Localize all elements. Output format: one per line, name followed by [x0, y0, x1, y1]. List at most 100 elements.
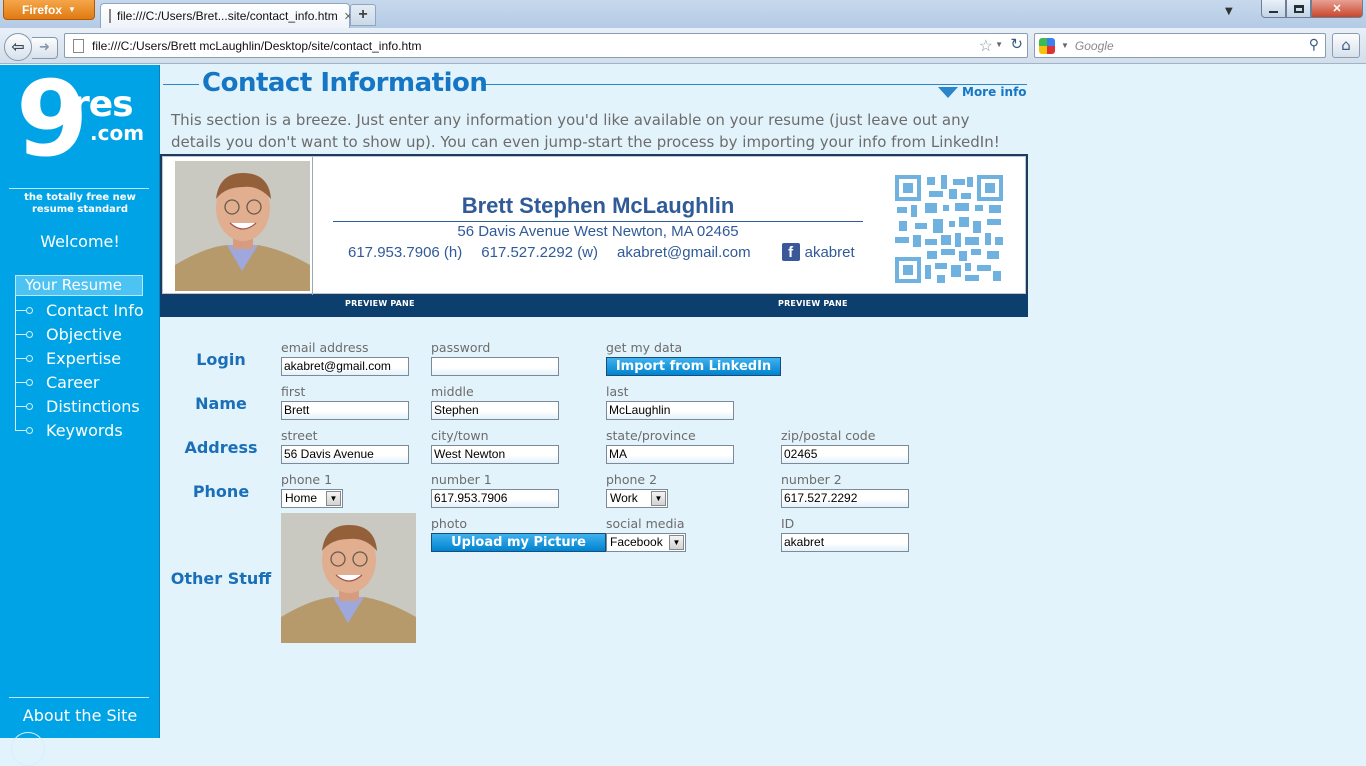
sidebar-item-objective[interactable]: Objective	[15, 322, 122, 346]
password-field[interactable]	[431, 357, 559, 376]
zip-field[interactable]: 02465	[781, 445, 909, 464]
restore-icon	[1293, 4, 1304, 13]
bookmark-star-icon[interactable]: ☆	[979, 36, 993, 56]
city-field[interactable]: West Newton	[431, 445, 559, 464]
preview-social: f akabret	[770, 243, 855, 261]
bullet-icon	[26, 402, 33, 410]
circle-icon	[11, 732, 45, 766]
street-field[interactable]: 56 Davis Avenue	[281, 445, 409, 464]
phone1-type-select[interactable]: Home ▼	[281, 489, 343, 508]
phone2-type-select[interactable]: Work ▼	[606, 489, 668, 508]
google-icon[interactable]	[1039, 37, 1055, 54]
social-media-select[interactable]: Facebook ▼	[606, 533, 686, 552]
forward-button[interactable]: ➜	[32, 37, 58, 59]
tab-title: file:///C:/Users/Bret...site/contact_inf…	[117, 9, 338, 23]
list-all-tabs-icon[interactable]: ▼	[1225, 6, 1233, 17]
sidebar-item-label: Distinctions	[46, 396, 140, 416]
preview-card: Brett Stephen McLaughlin 56 Davis Avenue…	[162, 156, 1026, 295]
import-linkedin-button[interactable]: Import from LinkedIn	[606, 357, 781, 376]
search-icon[interactable]: ⚲	[1309, 36, 1319, 53]
sidebar-item-label: Keywords	[46, 420, 123, 440]
preview-social-id: akabret	[804, 243, 855, 261]
back-button[interactable]: ⇦	[4, 33, 32, 61]
preview-pane: Brett Stephen McLaughlin 56 Davis Avenue…	[160, 154, 1028, 296]
sidebar: 9 res .com the totally free new resume s…	[0, 65, 160, 766]
url-text: file:///C:/Users/Brett mcLaughlin/Deskto…	[92, 38, 422, 53]
middle-name-field[interactable]: Stephen	[431, 401, 559, 420]
street-label: street	[281, 428, 318, 443]
site-logo[interactable]: 9 res .com	[16, 67, 146, 185]
bullet-icon	[26, 426, 33, 434]
divider	[312, 157, 313, 295]
email-field[interactable]: akabret@gmail.com	[281, 357, 409, 376]
preview-pane-label: PREVIEW PANE	[778, 299, 848, 308]
photo-label: photo	[431, 516, 468, 531]
chevron-down-icon: ▼	[326, 491, 341, 506]
search-box[interactable]: ▼ Google ⚲	[1034, 33, 1326, 58]
qr-code-icon	[895, 175, 1003, 283]
preview-contact-line: 617.953.7906 (h) 617.527.2292 (w) akabre…	[348, 243, 855, 261]
minimize-icon	[1269, 10, 1278, 13]
divider	[9, 697, 149, 698]
state-label: state/province	[606, 428, 696, 443]
sidebar-item-contact-info[interactable]: Contact Info	[15, 298, 144, 322]
restore-button[interactable]	[1286, 0, 1311, 18]
sidebar-item-distinctions[interactable]: Distinctions	[15, 394, 140, 418]
last-name-field[interactable]: McLaughlin	[606, 401, 734, 420]
reload-icon[interactable]: ↻	[1010, 35, 1023, 53]
social-id-field[interactable]: akabret	[781, 533, 909, 552]
preview-pane-label: PREVIEW PANE	[345, 299, 415, 308]
new-tab-button[interactable]: +	[350, 4, 376, 26]
bullet-icon	[26, 330, 33, 338]
first-name-label: first	[281, 384, 306, 399]
sidebar-item-career[interactable]: Career	[15, 370, 99, 394]
first-name-field[interactable]: Brett	[281, 401, 409, 420]
divider	[9, 188, 149, 189]
forward-arrow-icon: ➜	[39, 40, 50, 55]
preview-address: 56 Davis Avenue West Newton, MA 02465	[457, 223, 739, 240]
password-label: password	[431, 340, 491, 355]
intro-text: This section is a breeze. Just enter any…	[171, 111, 1000, 151]
tree-branch	[15, 426, 33, 434]
phone2-label: phone 2	[606, 472, 658, 487]
middle-name-label: middle	[431, 384, 474, 399]
search-placeholder: Google	[1074, 38, 1114, 53]
page-icon	[73, 38, 84, 53]
close-window-button[interactable]: ✕	[1311, 0, 1363, 18]
upload-picture-button[interactable]: Upload my Picture	[431, 533, 606, 552]
phone1-type-value: Home	[285, 491, 318, 505]
more-info-label: More info	[962, 85, 1027, 99]
sidebar-item-keywords[interactable]: Keywords	[15, 418, 123, 442]
preview-name: Brett Stephen McLaughlin	[461, 193, 735, 218]
divider	[333, 221, 863, 222]
sidebar-item-expertise[interactable]: Expertise	[15, 346, 121, 370]
state-field[interactable]: MA	[606, 445, 734, 464]
phone1-label: phone 1	[281, 472, 333, 487]
logo-com: .com	[90, 121, 145, 145]
home-button[interactable]: ⌂	[1332, 33, 1360, 58]
number1-field[interactable]: 617.953.7906	[431, 489, 559, 508]
firefox-menu-button[interactable]: Firefox ▼	[3, 0, 95, 20]
address-bar[interactable]: file:///C:/Users/Brett mcLaughlin/Deskto…	[64, 33, 1028, 58]
sidebar-item-label: Career	[46, 372, 100, 392]
sidebar-item-your-resume[interactable]: Your Resume	[15, 275, 143, 296]
sidebar-nav-tree: Contact Info Objective Expertise Career …	[15, 296, 155, 440]
last-name-label: last	[606, 384, 629, 399]
search-engine-dropdown-icon[interactable]: ▼	[1061, 41, 1069, 50]
about-site-link[interactable]: About the Site	[0, 706, 160, 725]
preview-phone-work: 617.527.2292 (w)	[481, 243, 599, 261]
chevron-down-icon: ▼	[68, 5, 76, 14]
minimize-button[interactable]	[1261, 0, 1286, 18]
number2-field[interactable]: 617.527.2292	[781, 489, 909, 508]
number1-label: number 1	[431, 472, 492, 487]
other-stuff-heading: Other Stuff	[170, 569, 272, 588]
header-rule	[163, 84, 199, 85]
history-dropdown-icon[interactable]: ▼	[995, 40, 1003, 49]
phone-heading: Phone	[192, 482, 250, 501]
login-heading: Login	[196, 350, 246, 369]
more-info-link[interactable]: More info	[938, 85, 1027, 99]
browser-tab[interactable]: file:///C:/Users/Bret...site/contact_inf…	[100, 3, 353, 28]
chevron-down-icon: ▼	[669, 535, 684, 550]
facebook-icon: f	[781, 243, 800, 261]
preview-email: akabret@gmail.com	[617, 243, 751, 261]
